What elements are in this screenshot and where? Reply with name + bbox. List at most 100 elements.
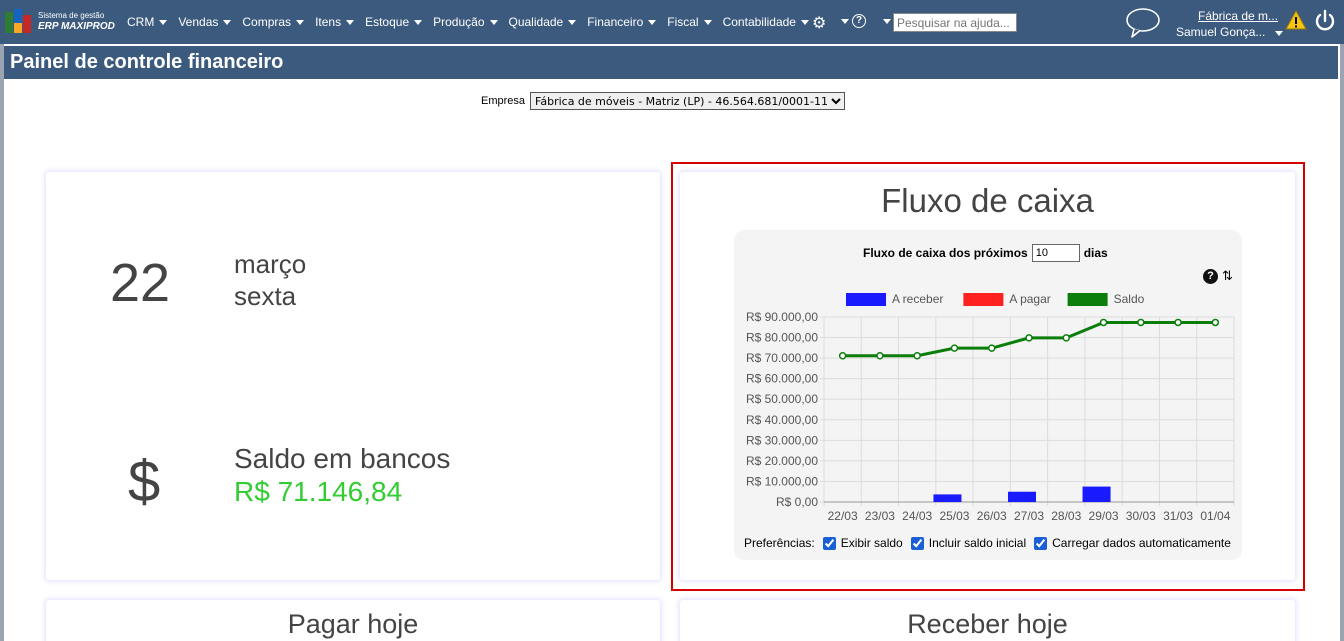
cash-flow-title: Fluxo de caixa	[881, 182, 1094, 219]
menu-label: Financeiro	[587, 15, 644, 29]
user-name[interactable]: Samuel Gonça...	[1176, 25, 1265, 39]
menu-label: Itens	[315, 15, 342, 29]
include-initial-balance-checkbox[interactable]	[910, 536, 924, 550]
y-tick-label: R$ 30.000,00	[746, 433, 818, 447]
menu-label: Estoque	[365, 15, 410, 29]
menu-label: Vendas	[178, 15, 219, 29]
show-balance-label: Exibir saldo	[840, 536, 903, 550]
caret-down-icon	[800, 19, 809, 25]
x-tick-label: 28/03	[1051, 509, 1081, 523]
app-logo-icon[interactable]	[4, 9, 34, 35]
balance-point	[1099, 318, 1108, 327]
legend-swatch	[1067, 293, 1108, 306]
cash-flow-chart: A receber A pagar Saldo R$ 0,00 R$ 10.000,0…	[746, 292, 1235, 523]
y-tick-label: R$ 70.000,00	[746, 351, 818, 365]
line-series	[838, 318, 1220, 360]
receive-today-title: Receber hoje	[907, 609, 1068, 639]
caret-down-icon	[223, 19, 232, 25]
caret-down-icon[interactable]	[1275, 31, 1283, 36]
refresh-icon[interactable]: ⇅	[1222, 268, 1233, 284]
menu-label: Contabilidade	[722, 15, 796, 29]
balance-point	[1174, 318, 1182, 327]
show-balance-checkbox[interactable]	[822, 536, 836, 550]
help-icon[interactable]: ?	[852, 14, 866, 28]
include-initial-balance-label: Incluir saldo inicial	[928, 536, 1027, 550]
dollar-icon: $	[128, 449, 161, 514]
days-prefix-label: Fluxo de caixa dos próximos	[863, 246, 1028, 260]
balance-point	[1062, 334, 1071, 342]
company-select[interactable]: Fábrica de móveis - Matriz (LP) - 46.564…	[530, 92, 846, 110]
logo-line2: ERP MAXIPROD	[38, 21, 115, 32]
legend-label: A receber	[892, 292, 943, 306]
x-tick-label: 27/03	[1014, 509, 1044, 523]
menu-qualidade[interactable]: Qualidade	[509, 15, 577, 29]
caret-down-icon[interactable]	[883, 19, 891, 24]
caret-down-icon	[648, 19, 657, 25]
menu-estoque[interactable]: Estoque	[365, 15, 423, 29]
menu-label: Qualidade	[508, 15, 564, 29]
menu-itens[interactable]: Itens	[315, 15, 355, 29]
x-tick-label: 30/03	[1126, 509, 1156, 523]
menu-label: Compras	[242, 15, 292, 29]
caret-down-icon	[489, 19, 498, 25]
days-suffix-label: dias	[1083, 246, 1108, 260]
balance-point	[950, 344, 959, 352]
y-tick-label: R$ 20.000,00	[746, 454, 818, 468]
chart-preferences: Preferências: Exibir saldo Incluir saldo…	[744, 536, 1231, 550]
caret-down-icon	[296, 19, 305, 25]
autoload-checkbox[interactable]	[1034, 536, 1048, 550]
help-search-input[interactable]	[893, 13, 1017, 32]
warning-icon[interactable]	[1285, 10, 1307, 30]
bank-balance-label: Saldo em bancos	[234, 443, 451, 474]
menu-financeiro[interactable]: Financeiro	[587, 15, 657, 29]
current-month: março	[234, 249, 307, 279]
chart-legend: A receber A pagar Saldo	[846, 292, 1145, 306]
company-selector: Empresa Fábrica de móveis - Matriz (LP) …	[481, 92, 846, 110]
menu-vendas[interactable]: Vendas	[178, 15, 232, 29]
top-navbar: Sistema de gestão ERP MAXIPROD CRM Venda…	[0, 0, 1344, 44]
balance-point	[838, 352, 847, 360]
logo-line1: Sistema de gestão	[38, 11, 105, 20]
chart-help-icon[interactable]: ?	[1203, 269, 1218, 284]
menu-crm[interactable]: CRM	[127, 15, 168, 29]
legend-swatch	[963, 293, 1004, 306]
menu-label: CRM	[127, 15, 155, 29]
x-tick-label: 23/03	[865, 509, 895, 523]
x-tick-label: 29/03	[1089, 509, 1119, 523]
x-tick-label: 31/03	[1163, 509, 1193, 523]
y-tick-label: R$ 50.000,00	[746, 392, 818, 406]
balance-point	[876, 352, 884, 360]
pay-today-title: Pagar hoje	[287, 609, 419, 639]
chart-days-control: Fluxo de caixa dos próximos dias	[863, 244, 1108, 262]
x-tick-label: 22/03	[828, 509, 858, 523]
days-input[interactable]	[1031, 244, 1080, 262]
autoload-label: Carregar dados automaticamente	[1052, 536, 1231, 550]
menu-producao[interactable]: Produção	[433, 15, 498, 29]
bar	[1082, 486, 1111, 502]
balance-point	[987, 344, 996, 352]
preferences-label: Preferências:	[744, 536, 815, 550]
menu-fiscal[interactable]: Fiscal	[667, 15, 712, 29]
main-menu: CRM Vendas Compras Itens Estoque Produçã…	[127, 15, 820, 29]
caret-down-icon[interactable]	[841, 19, 849, 24]
power-icon[interactable]	[1313, 9, 1337, 33]
x-tick-label: 24/03	[902, 509, 932, 523]
caret-down-icon	[414, 19, 423, 25]
bar	[1008, 491, 1036, 502]
menu-compras[interactable]: Compras	[242, 15, 305, 29]
legend-swatch	[846, 293, 886, 306]
chat-bubble-icon[interactable]	[1124, 7, 1162, 39]
menu-contabilidade[interactable]: Contabilidade	[723, 15, 809, 29]
bank-balance-value: R$ 71.146,84	[234, 476, 403, 507]
balance-point	[1025, 334, 1033, 342]
menu-label: Fiscal	[667, 15, 699, 29]
x-tick-label: 25/03	[939, 509, 969, 523]
caret-down-icon	[703, 19, 712, 25]
gear-icon[interactable]: ⚙	[812, 13, 826, 33]
current-company-link[interactable]: Fábrica de m...	[1198, 9, 1278, 23]
app-logo-text[interactable]: Sistema de gestão ERP MAXIPROD	[38, 10, 115, 32]
chart-grid	[820, 316, 1235, 506]
y-axis-ticks: R$ 0,00 R$ 10.000,00 R$ 20.000,00 R$ 30.000…	[746, 310, 818, 509]
y-tick-label: R$ 0,00	[776, 495, 818, 509]
menu-label: Produção	[433, 15, 485, 29]
